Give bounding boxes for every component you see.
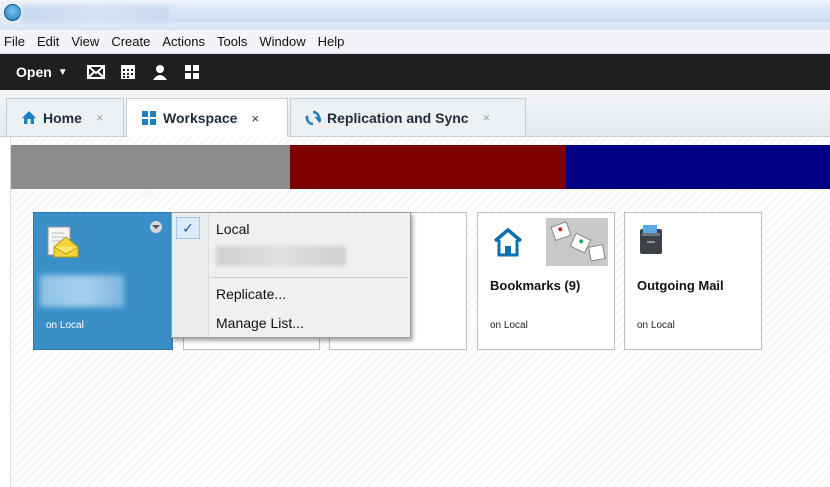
- workspace-page-gray[interactable]: [11, 145, 290, 197]
- database-name-redacted: [40, 275, 124, 307]
- menu-view[interactable]: View: [71, 34, 99, 49]
- title-bar: [0, 0, 830, 31]
- apps-icon[interactable]: [176, 54, 208, 90]
- sync-icon: [305, 110, 321, 126]
- app-logo-icon: [4, 4, 21, 21]
- bookmarks-card-title: Bookmarks (9): [490, 278, 581, 293]
- bookmarks-card[interactable]: Bookmarks (9) on Local: [477, 212, 615, 350]
- menu-help[interactable]: Help: [318, 34, 345, 49]
- tab-bar: Home × Workspace × Replication and Sync …: [0, 90, 830, 137]
- title-strip: [170, 4, 830, 22]
- menu-edit[interactable]: Edit: [37, 34, 59, 49]
- menu-tools[interactable]: Tools: [217, 34, 247, 49]
- bookmarks-thumbnail-icon: [546, 218, 608, 269]
- calendar-icon[interactable]: [112, 54, 144, 90]
- tab-replication-and-sync[interactable]: Replication and Sync ×: [290, 98, 526, 136]
- close-icon[interactable]: ×: [483, 110, 491, 125]
- menu-window[interactable]: Window: [259, 34, 305, 49]
- workspace-icon: [141, 110, 157, 126]
- tab-home-label: Home: [43, 109, 82, 126]
- window-title-redacted: [22, 5, 170, 23]
- card-location: on Local: [637, 320, 675, 331]
- mail-icon[interactable]: [80, 54, 112, 90]
- outgoing-card-title: Outgoing Mail: [637, 278, 724, 293]
- workspace-area: on Local Bookmarks (9) on Local Outgoing…: [10, 137, 830, 487]
- tab-workspace-label: Workspace: [163, 110, 238, 126]
- menu-create[interactable]: Create: [111, 34, 150, 49]
- workspace-page-blue[interactable]: [566, 145, 830, 189]
- close-icon[interactable]: ×: [251, 111, 259, 126]
- menu-item-manage-list[interactable]: Manage List...: [216, 315, 304, 331]
- menu-actions[interactable]: Actions: [162, 34, 205, 49]
- tab-home[interactable]: Home ×: [6, 98, 124, 136]
- mail-database-card[interactable]: on Local: [33, 212, 173, 350]
- open-button[interactable]: Open ▼: [16, 54, 80, 90]
- menu-separator: [210, 277, 408, 278]
- replica-dropdown-menu: ✓ Local Replicate... Manage List...: [171, 212, 411, 338]
- outgoing-mail-card[interactable]: Outgoing Mail on Local: [624, 212, 762, 350]
- chevron-down-icon: ▼: [57, 66, 68, 78]
- card-location: on Local: [46, 320, 84, 331]
- menu-item-replicate[interactable]: Replicate...: [216, 286, 286, 302]
- home-icon: [492, 227, 524, 260]
- open-button-label: Open: [16, 64, 52, 80]
- toolbar: Open ▼: [0, 54, 830, 91]
- menu-file[interactable]: File: [4, 34, 25, 49]
- card-options-icon[interactable]: [150, 221, 162, 233]
- close-icon[interactable]: ×: [96, 110, 104, 125]
- mail-envelope-icon: [46, 225, 80, 262]
- card-location: on Local: [490, 320, 528, 331]
- menu-bar: File Edit View Create Actions Tools Wind…: [0, 30, 830, 54]
- menu-item-local[interactable]: Local: [216, 221, 249, 237]
- workspace-page-red[interactable]: [290, 145, 566, 189]
- tab-replication-label: Replication and Sync: [327, 109, 469, 126]
- menu-item-redacted[interactable]: [216, 246, 346, 266]
- contacts-icon[interactable]: [144, 54, 176, 90]
- outgoing-mailbox-icon: [639, 223, 663, 258]
- selected-page-pointer: [141, 189, 157, 197]
- tab-workspace[interactable]: Workspace ×: [126, 98, 288, 137]
- check-icon: ✓: [176, 217, 200, 239]
- home-icon: [21, 110, 37, 125]
